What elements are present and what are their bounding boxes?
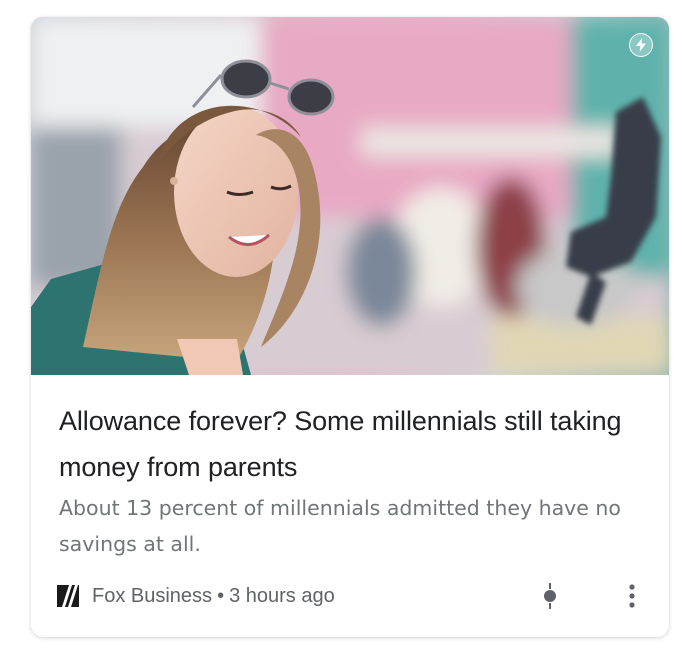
thumbnail-photo xyxy=(31,17,669,375)
developing-story-icon[interactable] xyxy=(535,581,565,611)
publish-time: 3 hours ago xyxy=(229,584,335,607)
more-vert-icon[interactable] xyxy=(617,581,647,611)
meta-separator: • xyxy=(217,584,225,607)
article-headline[interactable]: Allowance forever? Some millennials stil… xyxy=(59,398,644,490)
article-snippet: About 13 percent of millennials admitted… xyxy=(59,496,621,556)
article-thumbnail[interactable] xyxy=(31,17,669,375)
source-name[interactable]: Fox Business xyxy=(92,585,212,608)
lightning-bolt-icon xyxy=(629,33,653,57)
fox-business-logo xyxy=(57,585,79,607)
news-card[interactable]: Allowance forever? Some millennials stil… xyxy=(31,17,669,637)
article-meta: Fox Business • 3 hours ago xyxy=(57,581,647,611)
